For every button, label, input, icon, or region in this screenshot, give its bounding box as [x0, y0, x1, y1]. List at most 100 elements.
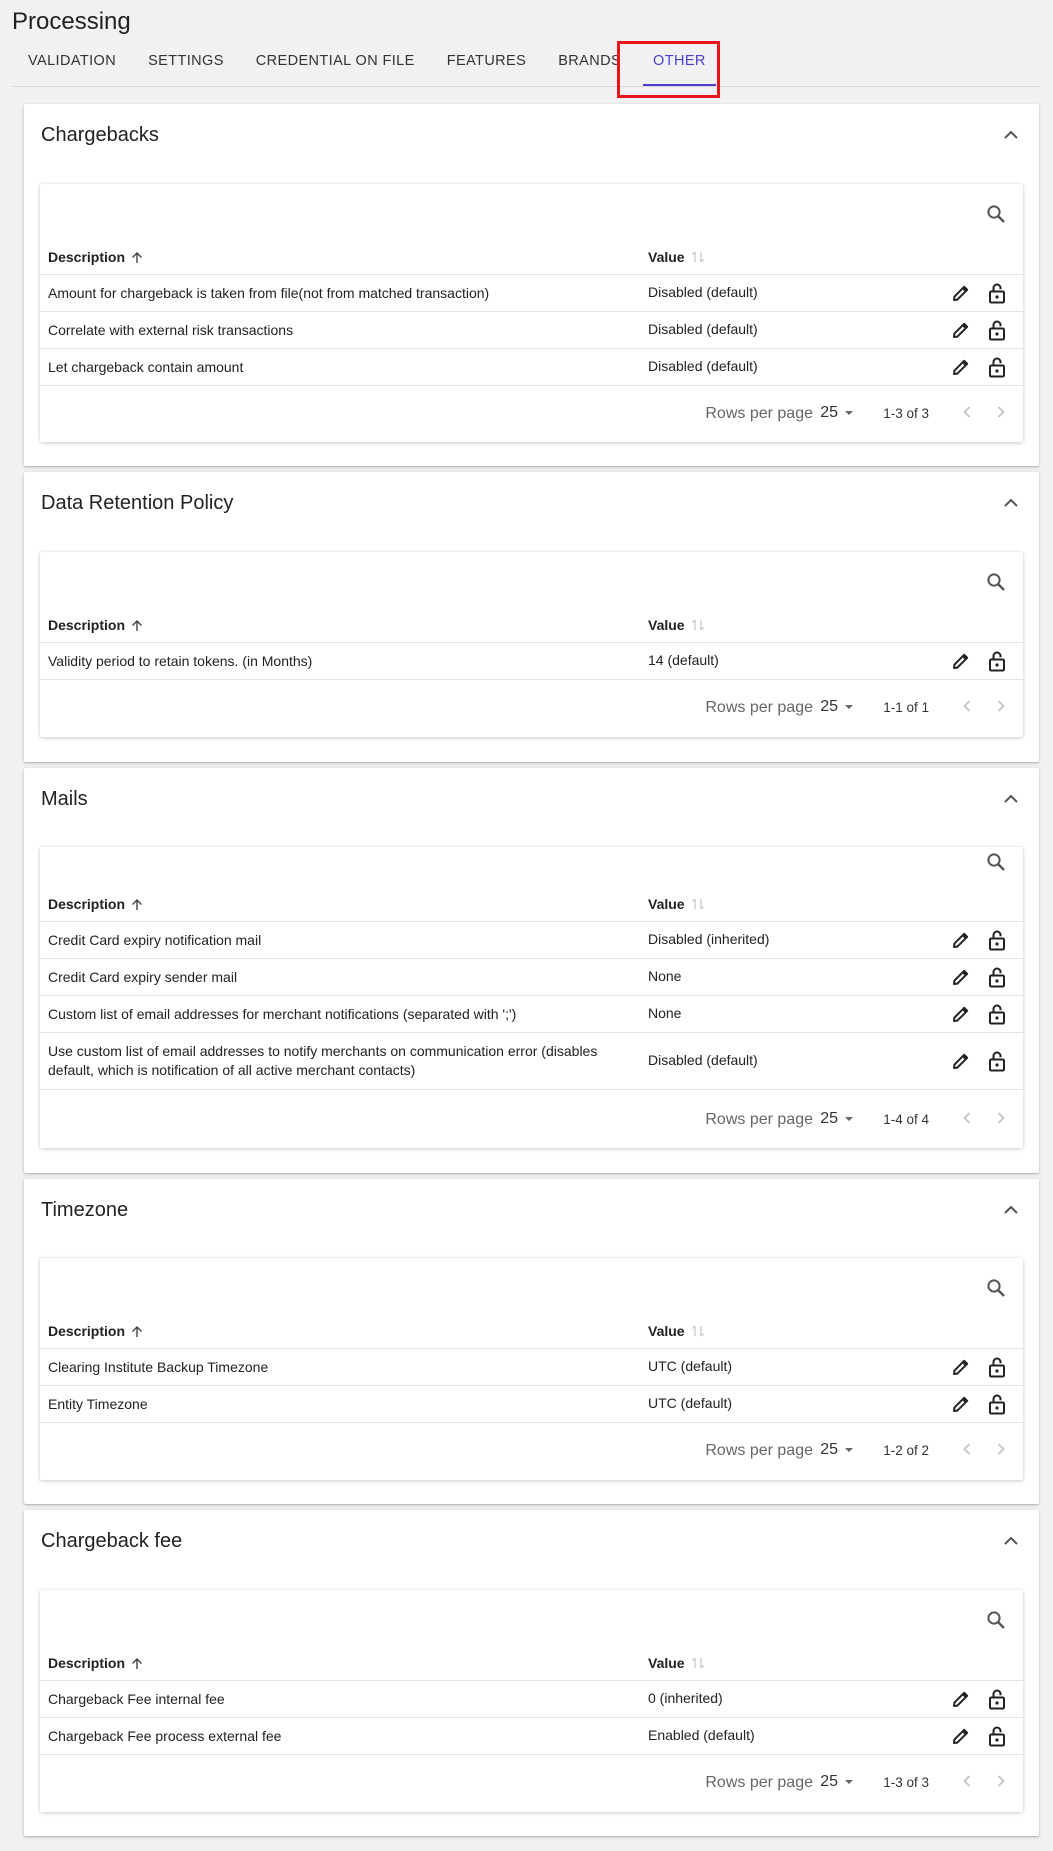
- rows-per-page-select[interactable]: 25: [820, 1441, 860, 1459]
- tab-credential-on-file[interactable]: CREDENTIAL ON FILE: [240, 40, 431, 87]
- column-header-description[interactable]: Description: [48, 249, 143, 265]
- previous-page-button[interactable]: [957, 1439, 977, 1464]
- rows-per-page-select[interactable]: 25: [820, 404, 860, 422]
- edit-button[interactable]: [949, 1355, 973, 1379]
- unlock-button[interactable]: [985, 355, 1009, 379]
- collapse-button[interactable]: [999, 1197, 1023, 1221]
- table-header: Description Value: [40, 239, 1023, 275]
- rows-per-page-select[interactable]: 25: [820, 1110, 860, 1128]
- edit-button[interactable]: [949, 928, 973, 952]
- column-header-value[interactable]: Value: [648, 249, 705, 265]
- unlock-button[interactable]: [985, 965, 1009, 989]
- unlock-button[interactable]: [985, 281, 1009, 305]
- collapse-button[interactable]: [999, 490, 1023, 514]
- row-value: Disabled (default): [648, 284, 758, 300]
- chevron-left-icon: [963, 406, 971, 418]
- search-button[interactable]: [983, 569, 1009, 595]
- unlock-button[interactable]: [985, 1049, 1009, 1073]
- table-header: Description Value: [40, 607, 1023, 643]
- edit-button[interactable]: [949, 1687, 973, 1711]
- edit-button[interactable]: [949, 1002, 973, 1026]
- table-row: Credit Card expiry notification mail Dis…: [40, 922, 1023, 959]
- edit-button[interactable]: [949, 1724, 973, 1748]
- column-header-label: Description: [48, 896, 126, 912]
- column-header-description[interactable]: Description: [48, 1655, 143, 1671]
- row-actions: [949, 965, 1009, 989]
- unlock-icon: [989, 283, 1005, 304]
- section-title: Timezone: [41, 1199, 129, 1221]
- column-header-value[interactable]: Value: [648, 896, 705, 912]
- chevron-right-icon: [997, 700, 1005, 712]
- unlock-icon: [989, 651, 1005, 672]
- unlock-button[interactable]: [985, 1724, 1009, 1748]
- section-header: Data Retention Policy: [24, 472, 1039, 536]
- rows-per-page-select[interactable]: 25: [820, 698, 860, 716]
- previous-page-button[interactable]: [957, 402, 977, 427]
- unlock-button[interactable]: [985, 1392, 1009, 1416]
- section-title: Mails: [41, 788, 88, 810]
- rows-per-page-label: Rows per page: [705, 1111, 813, 1128]
- column-header-value[interactable]: Value: [648, 617, 705, 633]
- edit-button[interactable]: [949, 649, 973, 673]
- edit-button[interactable]: [949, 1049, 973, 1073]
- dropdown-arrow-icon: [845, 1780, 853, 1784]
- previous-page-button[interactable]: [957, 696, 977, 721]
- search-button[interactable]: [983, 1607, 1009, 1633]
- settings-table: Description Value Clearing Institute Bac…: [40, 1313, 1023, 1423]
- edit-button[interactable]: [949, 355, 973, 379]
- column-header-label: Value: [648, 1655, 685, 1671]
- tab-validation[interactable]: VALIDATION: [12, 40, 132, 87]
- edit-button[interactable]: [949, 1392, 973, 1416]
- previous-page-button[interactable]: [957, 1108, 977, 1133]
- section-header: Mails: [24, 768, 1039, 832]
- unlock-icon: [989, 320, 1005, 341]
- collapse-button[interactable]: [999, 122, 1023, 146]
- column-header-description[interactable]: Description: [48, 617, 143, 633]
- edit-button[interactable]: [949, 318, 973, 342]
- table-row: Use custom list of email addresses to no…: [40, 1033, 1023, 1090]
- edit-button[interactable]: [949, 281, 973, 305]
- section-chargebacks: Chargebacks Description Value Amount for…: [24, 104, 1039, 466]
- edit-pencil-icon: [953, 1006, 969, 1022]
- column-header-description[interactable]: Description: [48, 896, 143, 912]
- row-value: Disabled (default): [648, 358, 758, 374]
- tab-features[interactable]: FEATURES: [431, 40, 542, 87]
- row-description: Custom list of email addresses for merch…: [48, 1006, 517, 1022]
- section-mails: Mails Description Value Credit Card expi…: [24, 768, 1039, 1173]
- unlock-button[interactable]: [985, 649, 1009, 673]
- row-value: Disabled (default): [648, 1052, 758, 1068]
- table-pagination: Rows per page 25 1-3 of 3: [40, 1755, 1023, 1811]
- column-header-value[interactable]: Value: [648, 1655, 705, 1671]
- unlock-button[interactable]: [985, 1355, 1009, 1379]
- previous-page-button[interactable]: [957, 1771, 977, 1796]
- rows-per-page-select[interactable]: 25: [820, 1773, 860, 1791]
- row-actions: [949, 1002, 1009, 1026]
- unlock-icon: [989, 1689, 1005, 1710]
- row-actions: [949, 1392, 1009, 1416]
- chevron-right-icon: [997, 1775, 1005, 1787]
- search-button[interactable]: [983, 201, 1009, 227]
- column-header-label: Description: [48, 617, 126, 633]
- next-page-button[interactable]: [991, 1108, 1011, 1133]
- settings-table-card: Description Value Amount for chargeback …: [40, 184, 1023, 442]
- column-header-description[interactable]: Description: [48, 1323, 143, 1339]
- collapse-button[interactable]: [999, 1528, 1023, 1552]
- next-page-button[interactable]: [991, 402, 1011, 427]
- pagination-range: 1-3 of 3: [883, 406, 929, 421]
- column-header-value[interactable]: Value: [648, 1323, 705, 1339]
- tab-brands[interactable]: BRANDS: [542, 40, 637, 87]
- table-pagination: Rows per page 25 1-1 of 1: [40, 680, 1023, 736]
- edit-button[interactable]: [949, 965, 973, 989]
- collapse-button[interactable]: [999, 786, 1023, 810]
- search-button[interactable]: [983, 1275, 1009, 1301]
- next-page-button[interactable]: [991, 1439, 1011, 1464]
- search-button[interactable]: [983, 849, 1009, 875]
- unlock-button[interactable]: [985, 1687, 1009, 1711]
- tab-settings[interactable]: SETTINGS: [132, 40, 240, 87]
- next-page-button[interactable]: [991, 696, 1011, 721]
- next-page-button[interactable]: [991, 1771, 1011, 1796]
- unlock-button[interactable]: [985, 318, 1009, 342]
- unlock-button[interactable]: [985, 1002, 1009, 1026]
- unlock-button[interactable]: [985, 928, 1009, 952]
- tab-other[interactable]: OTHER: [637, 40, 722, 87]
